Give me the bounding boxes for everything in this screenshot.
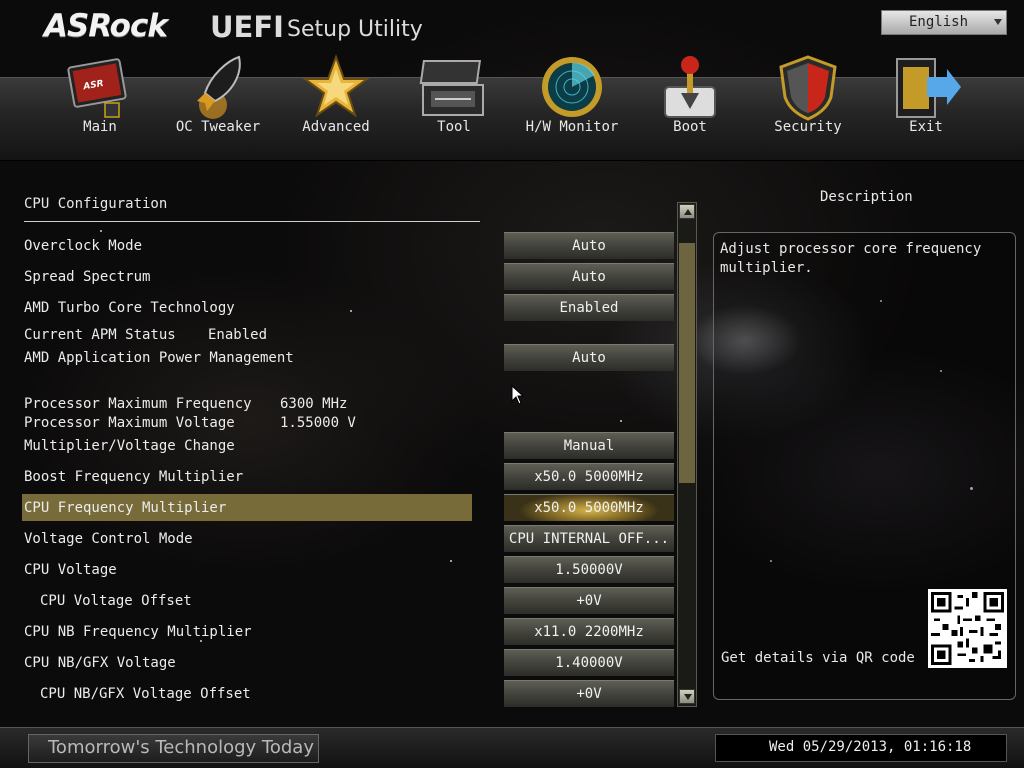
- overclock-mode-label[interactable]: Overclock Mode: [24, 238, 142, 254]
- cpu-voltage-offset-label[interactable]: CPU Voltage Offset: [40, 593, 192, 609]
- nav-label: H/W Monitor: [525, 119, 619, 135]
- datetime-display: Wed 05/29/2013, 01:16:18: [769, 739, 972, 755]
- background-star: [100, 230, 102, 232]
- scroll-down-button[interactable]: [679, 689, 695, 704]
- nav-label: Advanced: [302, 119, 370, 135]
- boost-freq-mult-button[interactable]: x50.0 5000MHz: [504, 463, 674, 490]
- cpu-nb-freq-mult-button[interactable]: x11.0 2200MHz: [504, 618, 674, 645]
- mult-voltage-change-button[interactable]: Manual: [504, 432, 674, 459]
- overclock-mode-button[interactable]: Auto: [504, 232, 674, 259]
- nav-label: Main: [83, 119, 117, 135]
- slogan-text: Tomorrow's Technology Today: [48, 737, 314, 758]
- cpu-nb-gfx-voltage-button[interactable]: 1.40000V: [504, 649, 674, 676]
- chevron-up-icon: [684, 209, 692, 215]
- setup-utility-title: Setup Utility: [287, 17, 423, 42]
- nav-label: Security: [774, 119, 842, 135]
- cpu-freq-mult-label[interactable]: CPU Frequency Multiplier: [24, 500, 226, 516]
- amd-apm-label[interactable]: AMD Application Power Management: [24, 350, 294, 366]
- cpu-voltage-label[interactable]: CPU Voltage: [24, 562, 117, 578]
- background-star: [350, 310, 352, 312]
- amd-apm-button[interactable]: Auto: [504, 344, 674, 371]
- uefi-title: UEFI: [210, 10, 284, 44]
- chevron-down-icon: [994, 19, 1002, 25]
- nav-label: Exit: [909, 119, 943, 135]
- section-divider: [24, 221, 480, 222]
- chevron-down-icon: [684, 694, 692, 700]
- spread-spectrum-button[interactable]: Auto: [504, 263, 674, 290]
- qr-code-image: [928, 589, 1007, 668]
- voltage-control-mode-label[interactable]: Voltage Control Mode: [24, 531, 193, 547]
- language-select[interactable]: English: [881, 10, 1007, 35]
- proc-max-voltage-label: Processor Maximum Voltage: [24, 415, 235, 431]
- amd-turbo-core-button[interactable]: Enabled: [504, 294, 674, 321]
- cpu-nb-gfx-voltage-label[interactable]: CPU NB/GFX Voltage: [24, 655, 176, 671]
- language-value: English: [909, 14, 969, 30]
- qr-code-caption: Get details via QR code: [721, 650, 915, 666]
- boost-freq-mult-label[interactable]: Boost Frequency Multiplier: [24, 469, 243, 485]
- toolbox-icon: [419, 60, 484, 116]
- background-star: [450, 560, 452, 562]
- star-icon: [301, 54, 371, 118]
- voltage-control-mode-button[interactable]: CPU INTERNAL OFF...: [504, 525, 674, 552]
- amd-turbo-core-label[interactable]: AMD Turbo Core Technology: [24, 300, 235, 316]
- background-star: [200, 640, 202, 642]
- cpu-voltage-button[interactable]: 1.50000V: [504, 556, 674, 583]
- current-apm-status-label: Current APM Status: [24, 327, 176, 343]
- cpu-nb-gfx-voltage-offset-label[interactable]: CPU NB/GFX Voltage Offset: [40, 686, 251, 702]
- mouse-pointer-icon: [511, 385, 525, 405]
- cpu-nb-gfx-voltage-offset-button[interactable]: +0V: [504, 680, 674, 707]
- monitor-icon: ASR: [67, 58, 127, 118]
- shield-icon: [779, 55, 837, 121]
- proc-max-freq-label: Processor Maximum Frequency: [24, 396, 252, 412]
- proc-max-freq-value: 6300 MHz: [280, 396, 348, 412]
- cpu-voltage-offset-button[interactable]: +0V: [504, 587, 674, 614]
- spread-spectrum-label[interactable]: Spread Spectrum: [24, 269, 150, 285]
- nav-label: Boot: [673, 119, 707, 135]
- description-text: Adjust processor core frequency multipli…: [720, 241, 982, 276]
- asrock-logo: ASRock: [44, 8, 168, 44]
- joystick-icon: [664, 56, 716, 118]
- rocket-icon: [197, 55, 241, 119]
- exit-door-icon: [896, 58, 961, 118]
- background-star: [620, 420, 622, 422]
- current-apm-status-value: Enabled: [208, 327, 268, 343]
- scroll-thumb[interactable]: [679, 243, 695, 483]
- mult-voltage-change-label[interactable]: Multiplier/Voltage Change: [24, 438, 235, 454]
- nav-label: OC Tweaker: [175, 119, 261, 135]
- description-title: Description: [820, 189, 913, 205]
- scroll-up-button[interactable]: [679, 204, 695, 219]
- section-title: CPU Configuration: [24, 196, 168, 212]
- cpu-freq-mult-button[interactable]: x50.0 5000MHz: [504, 494, 674, 521]
- settings-scrollbar[interactable]: [677, 202, 697, 707]
- proc-max-voltage-value: 1.55000 V: [280, 415, 356, 431]
- radar-icon: [542, 57, 602, 117]
- nav-label: Tool: [437, 119, 471, 135]
- cpu-nb-freq-mult-label[interactable]: CPU NB Frequency Multiplier: [24, 624, 252, 640]
